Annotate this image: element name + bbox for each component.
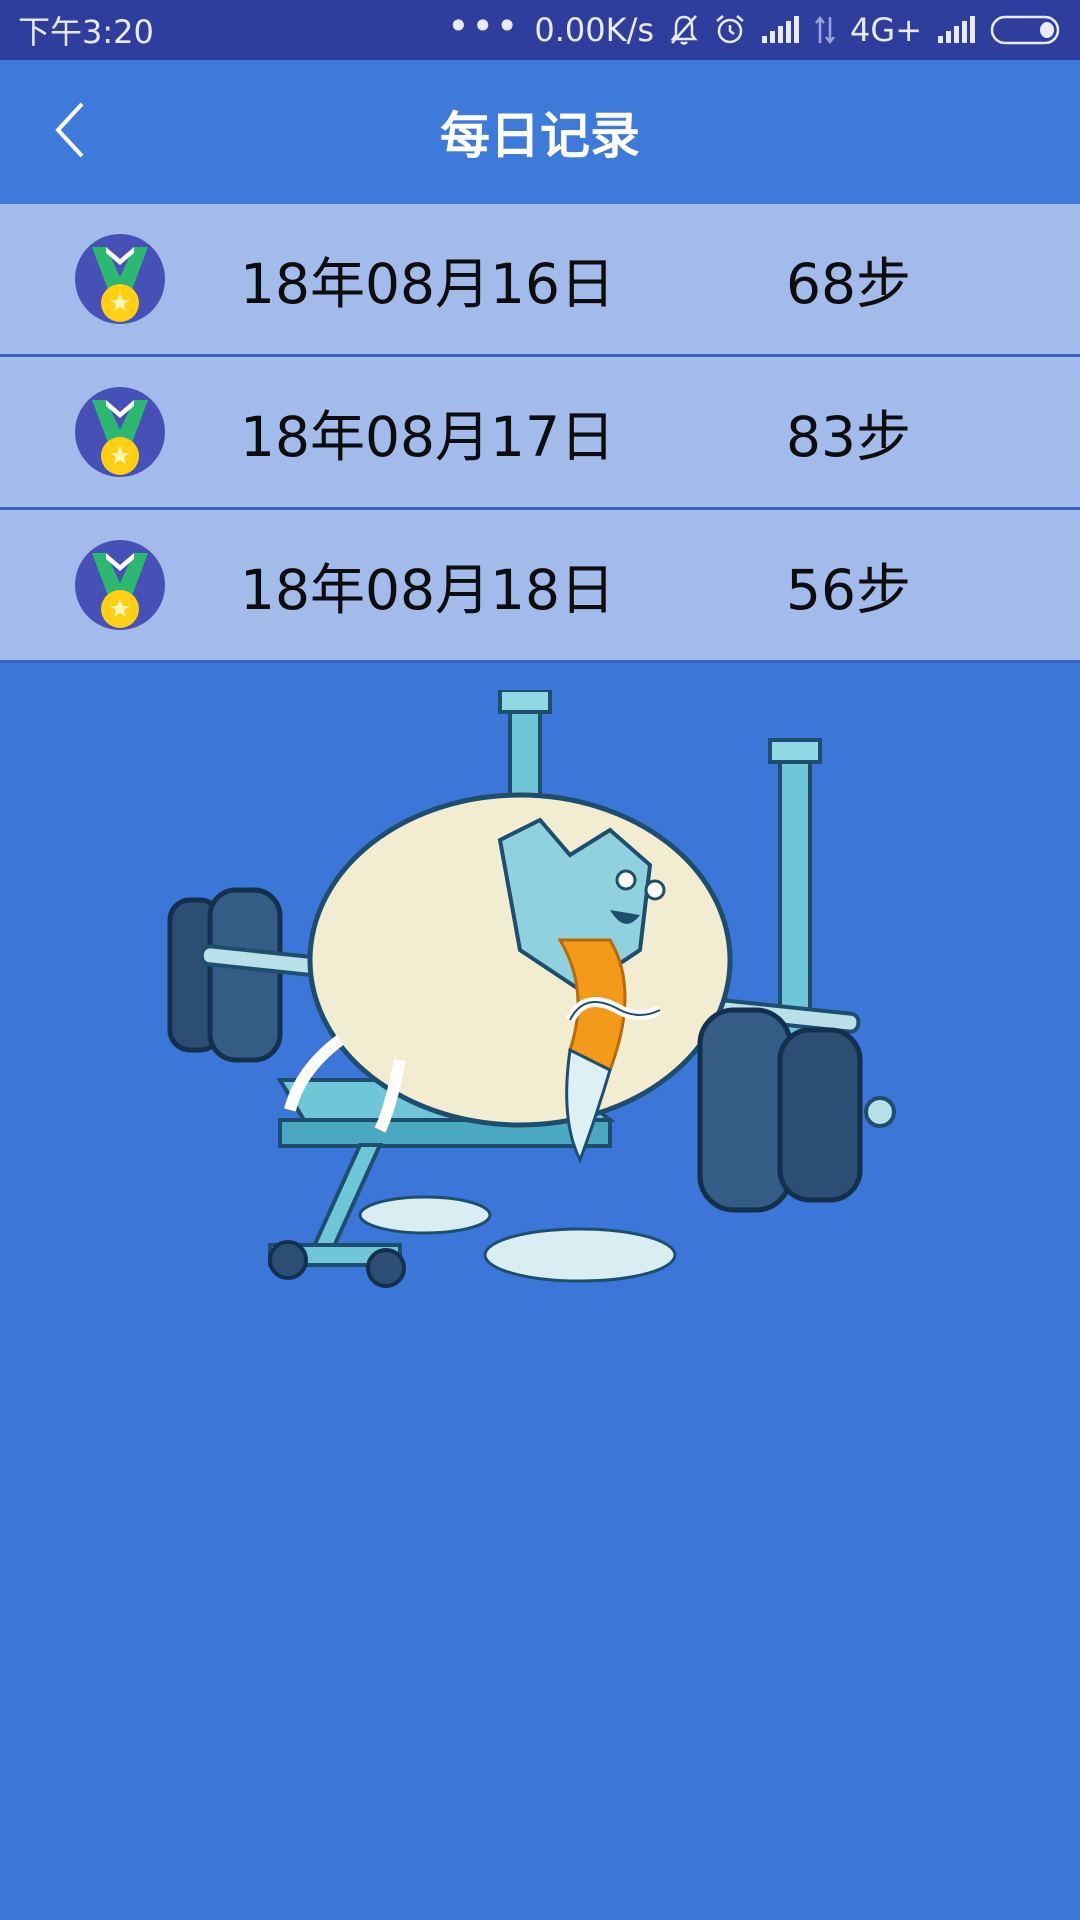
record-row[interactable]: 18年08月17日 83步 (0, 357, 1080, 510)
record-date: 18年08月16日 (240, 252, 615, 316)
medal-icon (74, 386, 166, 478)
page-title: 每日记录 (440, 107, 640, 165)
record-row[interactable]: 18年08月16日 68步 (0, 204, 1080, 357)
signal-icon (760, 16, 800, 44)
network-speed: 0.00K/s (534, 11, 655, 49)
status-icons: ••• 0.00K/s 4G+ (447, 4, 1064, 49)
record-date: 18年08月17日 (240, 405, 615, 469)
more-dots: ••• (447, 4, 521, 48)
record-steps: 56步 (786, 558, 911, 622)
status-bar: 下午3:20 ••• 0.00K/s 4G+ (0, 0, 1080, 60)
alarm-icon (714, 13, 746, 47)
record-date: 18年08月18日 (240, 558, 615, 622)
app-header: 每日记录 (0, 60, 1080, 204)
medal-icon (74, 539, 166, 631)
battery-icon (990, 14, 1064, 46)
mute-bell-icon (668, 13, 700, 47)
signal-icon (936, 16, 976, 44)
egg-weightlifting-illustration (140, 688, 920, 1300)
record-row[interactable]: 18年08月18日 56步 (0, 510, 1080, 663)
medal-icon (74, 233, 166, 325)
record-list: 18年08月16日 68步 18年08月17日 83步 18年08月18日 56… (0, 204, 1080, 663)
record-steps: 83步 (786, 405, 911, 469)
data-arrows-icon (814, 15, 836, 45)
network-type: 4G+ (850, 11, 922, 49)
status-time: 下午3:20 (18, 13, 154, 51)
record-steps: 68步 (786, 252, 911, 316)
